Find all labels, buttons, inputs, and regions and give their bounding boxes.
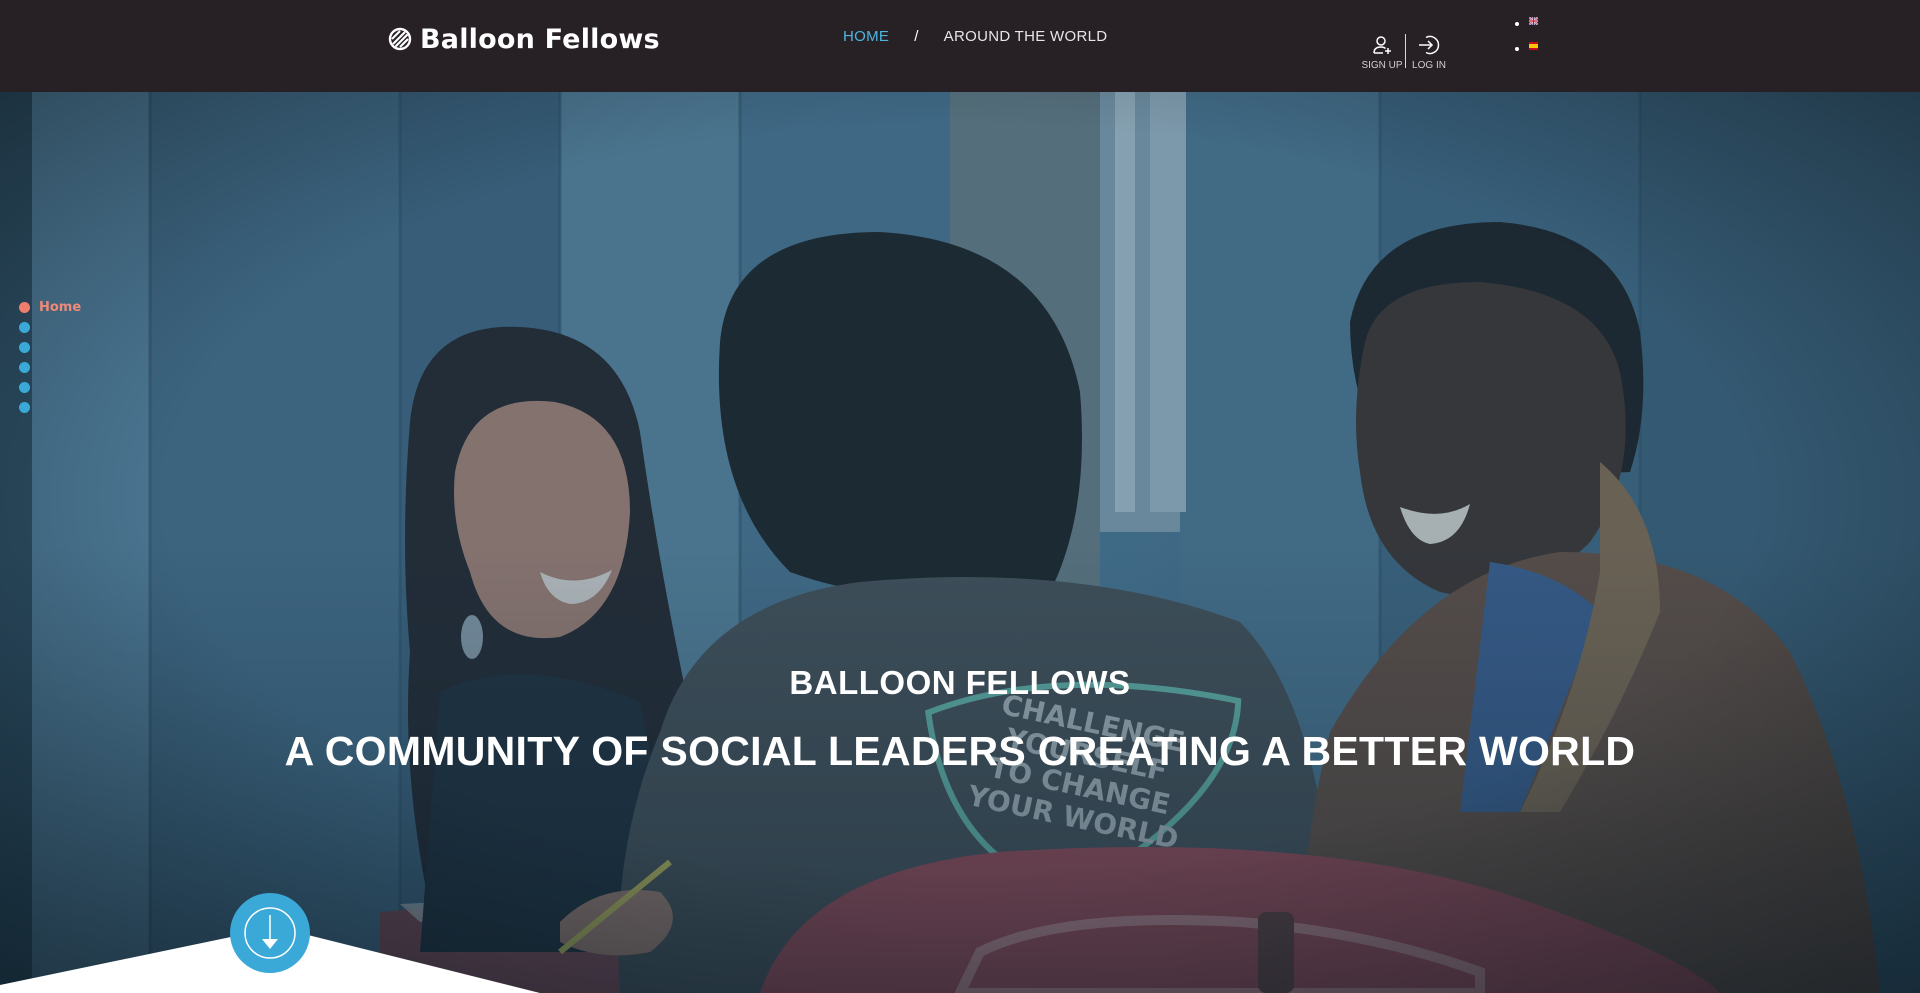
section-nav-item[interactable] bbox=[19, 357, 81, 377]
section-dot[interactable] bbox=[19, 381, 30, 393]
hero-title: A COMMUNITY OF SOCIAL LEADERS CREATING A… bbox=[284, 728, 1636, 774]
user-add-icon bbox=[1373, 36, 1391, 54]
brand-logo-link[interactable]: Balloon Fellows bbox=[388, 22, 660, 56]
section-dot[interactable] bbox=[19, 361, 30, 373]
section-nav-item[interactable] bbox=[19, 397, 81, 417]
scroll-down-button[interactable] bbox=[230, 893, 310, 973]
section-nav-item[interactable] bbox=[19, 317, 81, 337]
section-dot[interactable] bbox=[19, 321, 30, 333]
login-arrow-icon bbox=[1419, 35, 1440, 55]
nav-link-around-the-world[interactable]: AROUND THE WORLD bbox=[944, 28, 1108, 45]
section-nav-label[interactable]: Home bbox=[39, 300, 81, 315]
section-nav: Home bbox=[19, 297, 81, 417]
uk-flag-icon[interactable] bbox=[1529, 16, 1538, 25]
account-divider bbox=[1405, 34, 1406, 68]
section-dot-active[interactable] bbox=[19, 301, 30, 313]
brand-name: Balloon Fellows bbox=[420, 23, 660, 55]
list-bullet bbox=[1515, 46, 1519, 51]
section-nav-item[interactable] bbox=[19, 337, 81, 357]
language-option-english[interactable] bbox=[1515, 8, 1538, 33]
site-header: Balloon Fellows HOME / AROUND THE WORLD … bbox=[0, 0, 1920, 92]
log-in-label: LOG IN bbox=[1412, 60, 1446, 71]
language-option-spanish[interactable] bbox=[1515, 33, 1538, 58]
language-switcher bbox=[1515, 8, 1538, 58]
section-nav-item-home[interactable]: Home bbox=[19, 297, 81, 317]
section-nav-item[interactable] bbox=[19, 377, 81, 397]
section-dot[interactable] bbox=[19, 401, 30, 413]
section-dot[interactable] bbox=[19, 341, 30, 353]
nav-link-home[interactable]: HOME bbox=[843, 28, 889, 45]
account-links: SIGN UP LOG IN bbox=[1360, 33, 1451, 71]
nav-separator: / bbox=[914, 28, 919, 45]
list-bullet bbox=[1515, 21, 1519, 26]
sign-up-label: SIGN UP bbox=[1361, 60, 1403, 71]
main-nav: HOME / AROUND THE WORLD bbox=[843, 28, 1107, 45]
hero-background-photo: CHALLENGE YOURSELF TO CHANGE YOUR WORLD bbox=[0, 92, 1920, 993]
hero-section: CHALLENGE YOURSELF TO CHANGE YOUR WORLD … bbox=[0, 92, 1920, 993]
balloon-logo-icon bbox=[388, 27, 412, 51]
sign-up-button[interactable]: SIGN UP bbox=[1360, 33, 1404, 71]
log-in-button[interactable]: LOG IN bbox=[1407, 33, 1451, 71]
scroll-down-arrow-icon bbox=[244, 907, 296, 959]
spain-flag-icon[interactable] bbox=[1529, 41, 1538, 50]
hero-subtitle: BALLOON FELLOWS bbox=[789, 664, 1131, 701]
